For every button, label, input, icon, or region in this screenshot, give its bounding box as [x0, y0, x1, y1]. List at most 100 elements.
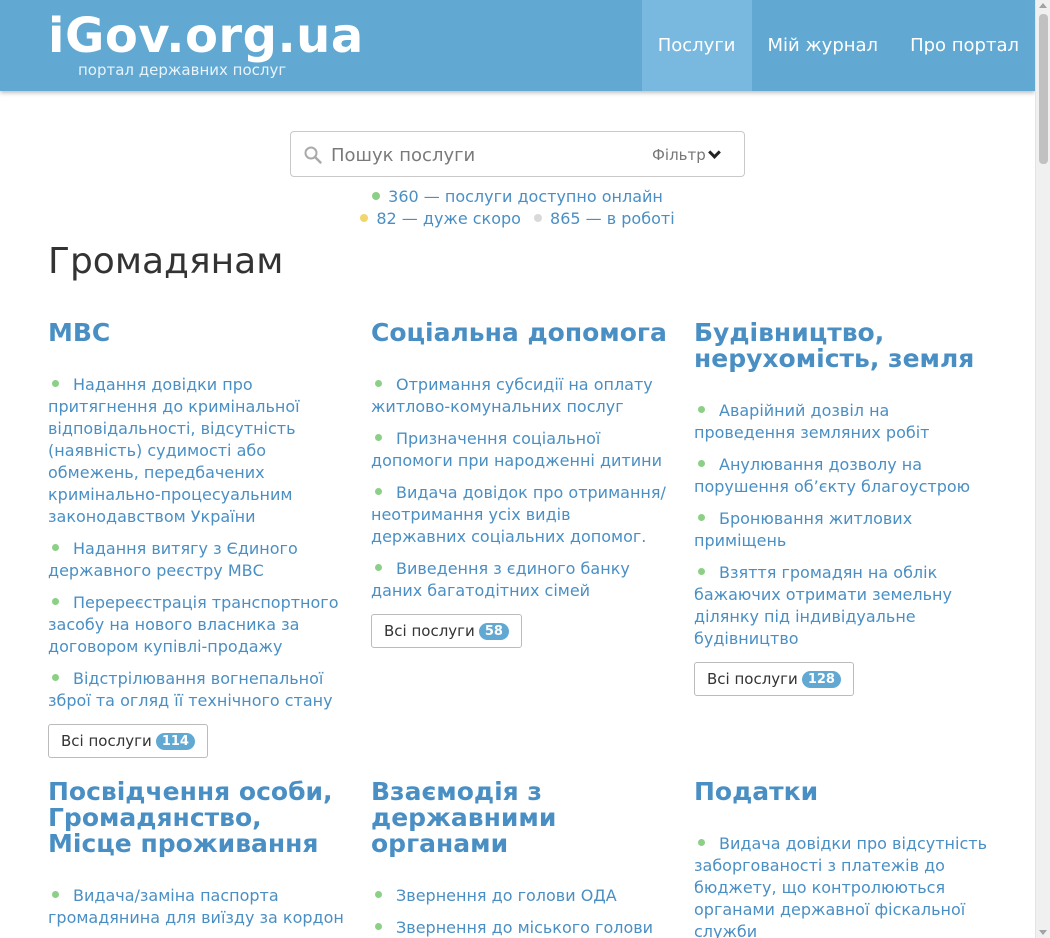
- green-dot-icon: [52, 891, 59, 898]
- all-services-label: Всі послуги: [707, 670, 798, 688]
- stats-row-2: 82 — дуже скоро 865 — в роботі: [0, 208, 1035, 230]
- service-label: Взяття громадян на облік бажаючих отрима…: [694, 563, 952, 648]
- service-count-badge: 58: [478, 622, 509, 640]
- green-dot-icon: [375, 564, 382, 571]
- yellow-dot-icon: [360, 214, 369, 222]
- scroll-up-arrow-icon[interactable]: [1039, 3, 1047, 8]
- section-mvs: МВС Надання довідки про притягнення до к…: [48, 320, 344, 758]
- service-list: Отримання субсидії на оплату житлово-ком…: [371, 374, 667, 602]
- green-dot-icon: [52, 380, 59, 387]
- page-scrollbar[interactable]: [1035, 0, 1050, 938]
- site-tagline: портал державних послуг: [78, 61, 287, 79]
- section-title[interactable]: Взаємодія з державними органами: [371, 779, 667, 857]
- section-taxes: Податки Видача довідки про відсутність з…: [694, 779, 990, 938]
- service-list: Надання довідки про притягнення до кримі…: [48, 374, 344, 712]
- service-list: Видача довідки про відсутність заборгова…: [694, 833, 990, 938]
- green-dot-icon: [698, 460, 705, 467]
- green-dot-icon: [375, 891, 382, 898]
- service-link[interactable]: Видача довідок про отримання/неотримання…: [371, 482, 667, 548]
- service-link[interactable]: Видача/заміна паспорта громадянина для в…: [48, 885, 344, 929]
- service-link[interactable]: Отримання субсидії на оплату житлово-ком…: [371, 374, 667, 418]
- service-label: Відстрілювання вогнепальної зброї та огл…: [48, 669, 333, 710]
- service-link[interactable]: Відстрілювання вогнепальної зброї та огл…: [48, 668, 344, 712]
- stat-online[interactable]: 360 — послуги доступно онлайн: [372, 186, 663, 208]
- nav-about-portal[interactable]: Про портал: [894, 0, 1035, 91]
- section-title[interactable]: МВС: [48, 320, 344, 346]
- green-dot-icon: [372, 192, 381, 200]
- service-label: Видача довідки про відсутність заборгова…: [694, 834, 987, 938]
- service-link[interactable]: Анулювання дозволу на порушення об’єкту …: [694, 454, 990, 498]
- all-services-button[interactable]: Всі послуги 114: [48, 724, 208, 758]
- section-title[interactable]: Соціальна допомога: [371, 320, 667, 346]
- stat-online-label: 360 — послуги доступно онлайн: [388, 187, 663, 206]
- service-label: Видача/заміна паспорта громадянина для в…: [48, 886, 344, 927]
- stat-in-progress[interactable]: 865 — в роботі: [534, 208, 675, 230]
- section-title[interactable]: Будівництво, нерухомість, земля: [694, 320, 990, 372]
- green-dot-icon: [52, 544, 59, 551]
- all-services-button[interactable]: Всі послуги 128: [694, 662, 854, 696]
- service-list: Звернення до голови ОДА Звернення до міс…: [371, 885, 667, 938]
- filter-label: Фільтр: [652, 146, 706, 164]
- green-dot-icon: [52, 598, 59, 605]
- service-link[interactable]: Видача довідки про відсутність заборгова…: [694, 833, 990, 938]
- green-dot-icon: [375, 434, 382, 441]
- service-label: Бронювання житлових приміщень: [694, 509, 913, 550]
- filter-dropdown[interactable]: Фільтр: [652, 146, 721, 164]
- all-services-button[interactable]: Всі послуги 58: [371, 614, 522, 648]
- green-dot-icon: [375, 488, 382, 495]
- stat-soon-label: 82 — дуже скоро: [376, 209, 521, 228]
- green-dot-icon: [375, 923, 382, 930]
- service-link[interactable]: Надання довідки про притягнення до кримі…: [48, 374, 344, 528]
- service-label: Призначення соціальної допомоги при наро…: [371, 429, 662, 470]
- service-link[interactable]: Аварійний дозвіл на проведення земляних …: [694, 400, 990, 444]
- service-label: Надання довідки про притягнення до кримі…: [48, 375, 300, 526]
- search-input[interactable]: [331, 141, 631, 169]
- stat-in-progress-label: 865 — в роботі: [550, 209, 675, 228]
- service-stats: 360 — послуги доступно онлайн 82 — дуже …: [0, 186, 1035, 230]
- scroll-down-arrow-icon[interactable]: [1039, 930, 1047, 935]
- service-list: Аварійний дозвіл на проведення земляних …: [694, 400, 990, 650]
- all-services-label: Всі послуги: [384, 622, 475, 640]
- scroll-thumb[interactable]: [1039, 14, 1048, 164]
- section-identity: Посвідчення особи, Громадянство, Місце п…: [48, 779, 344, 938]
- search-box: Фільтр: [290, 131, 745, 177]
- service-link[interactable]: Бронювання житлових приміщень: [694, 508, 990, 552]
- green-dot-icon: [375, 380, 382, 387]
- green-dot-icon: [52, 674, 59, 681]
- service-label: Виведення з єдиного банку даних багатоді…: [371, 559, 630, 600]
- service-label: Звернення до голови ОДА: [396, 886, 617, 905]
- service-link[interactable]: Призначення соціальної допомоги при наро…: [371, 428, 667, 472]
- green-dot-icon: [698, 406, 705, 413]
- service-count-badge: 128: [801, 670, 841, 688]
- green-dot-icon: [698, 514, 705, 521]
- service-link[interactable]: Виведення з єдиного банку даних багатоді…: [371, 558, 667, 602]
- stat-soon[interactable]: 82 — дуже скоро: [360, 208, 521, 230]
- section-construction: Будівництво, нерухомість, земля Аварійни…: [694, 320, 990, 696]
- section-social-aid: Соціальна допомога Отримання субсидії на…: [371, 320, 667, 648]
- nav-my-journal[interactable]: Мій журнал: [752, 0, 895, 91]
- service-link[interactable]: Надання витягу з Єдиного державного реєс…: [48, 538, 344, 582]
- search-icon: [304, 146, 322, 164]
- service-count-badge: 114: [155, 732, 195, 750]
- section-government-interaction: Взаємодія з державними органами Зверненн…: [371, 779, 667, 938]
- all-services-label: Всі послуги: [61, 732, 152, 750]
- section-title[interactable]: Податки: [694, 779, 990, 805]
- site-logo[interactable]: iGov.org.ua: [48, 6, 364, 66]
- service-link[interactable]: Взяття громадян на облік бажаючих отрима…: [694, 562, 990, 650]
- section-title[interactable]: Посвідчення особи, Громадянство, Місце п…: [48, 779, 344, 857]
- service-label: Видача довідок про отримання/неотримання…: [371, 483, 666, 546]
- green-dot-icon: [698, 568, 705, 575]
- service-label: Анулювання дозволу на порушення об’єкту …: [694, 455, 971, 496]
- service-label: Перереєстрація транспортного засобу на н…: [48, 593, 339, 656]
- service-label: Отримання субсидії на оплату житлово-ком…: [371, 375, 653, 416]
- service-link[interactable]: Перереєстрація транспортного засобу на н…: [48, 592, 344, 658]
- service-label: Надання витягу з Єдиного державного реєс…: [48, 539, 298, 580]
- main-nav: Послуги Мій журнал Про портал: [641, 0, 1035, 91]
- grey-dot-icon: [534, 214, 543, 222]
- service-label: Аварійний дозвіл на проведення земляних …: [694, 401, 930, 442]
- nav-services[interactable]: Послуги: [641, 0, 752, 91]
- service-list: Видача/заміна паспорта громадянина для в…: [48, 885, 344, 929]
- service-link[interactable]: Звернення до міського голови: [371, 917, 667, 938]
- site-header: iGov.org.ua портал державних послуг Посл…: [0, 0, 1035, 91]
- service-link[interactable]: Звернення до голови ОДА: [371, 885, 667, 907]
